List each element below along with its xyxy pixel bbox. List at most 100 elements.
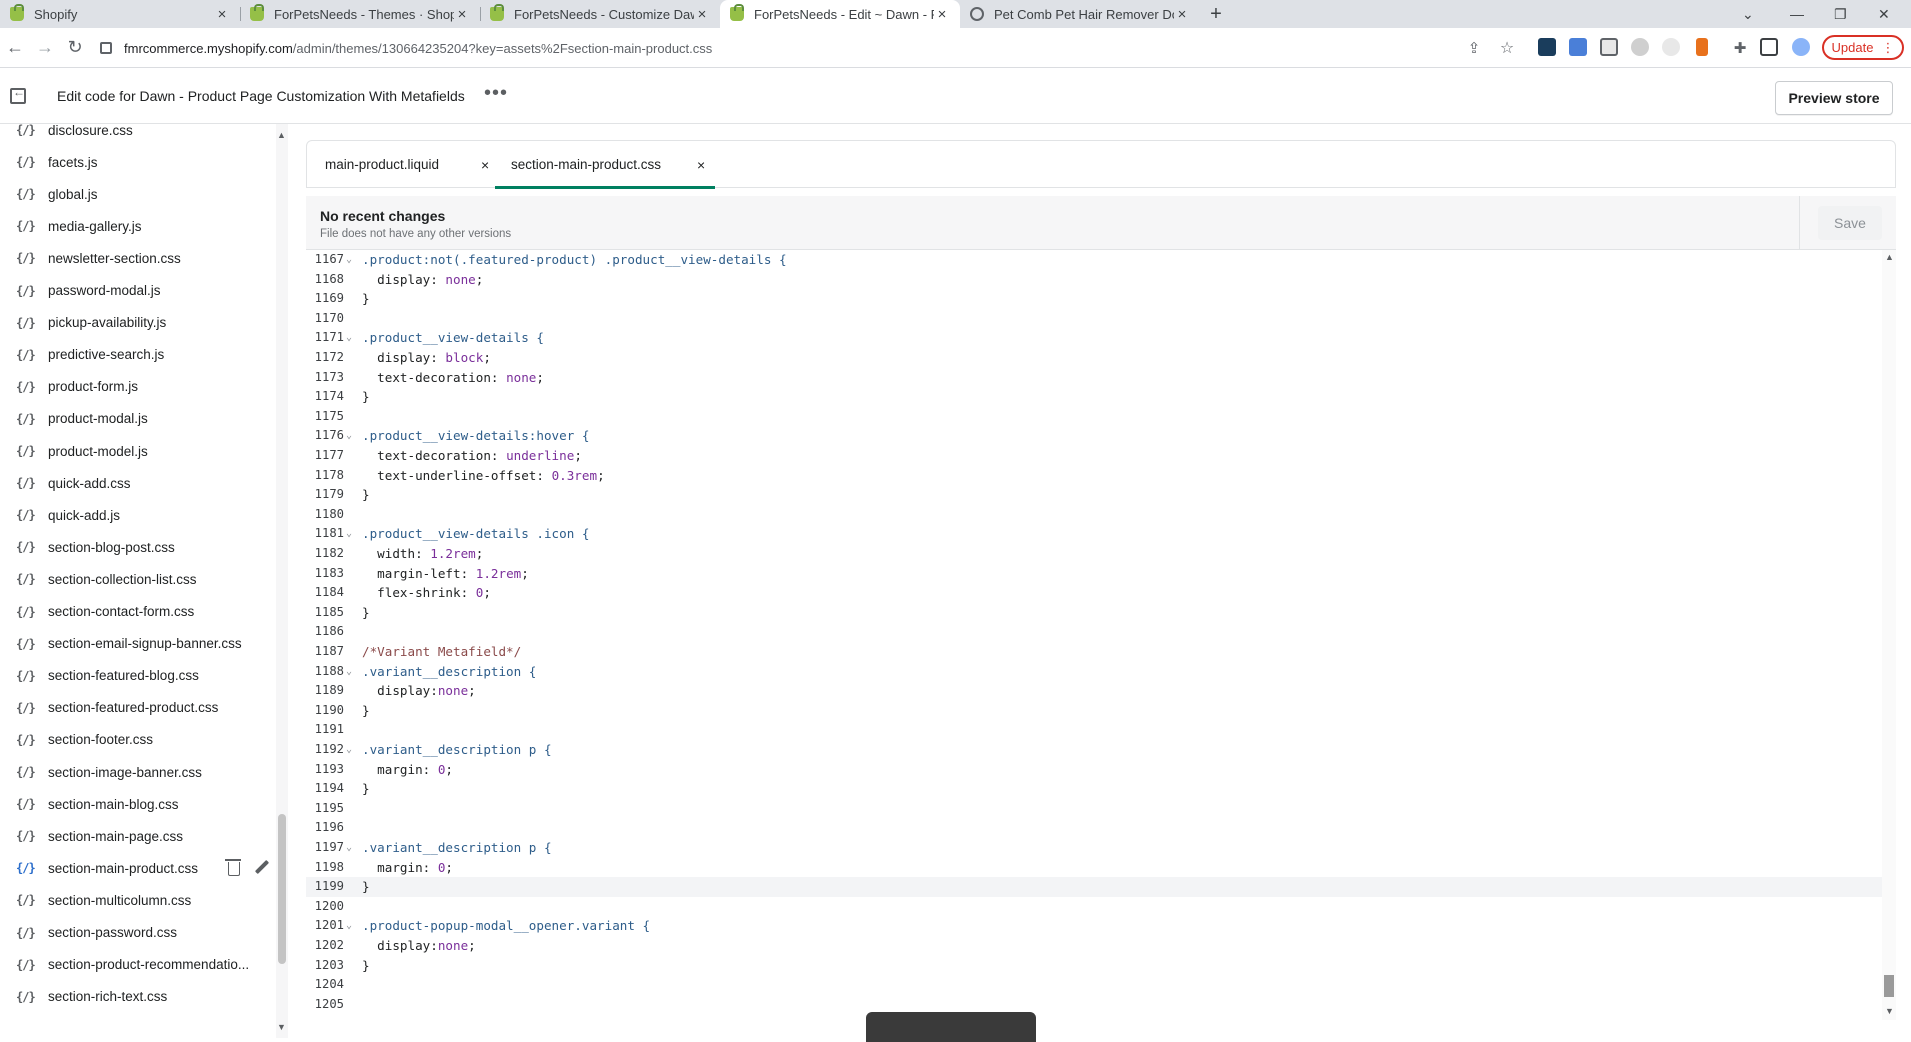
delete-file-icon[interactable]	[225, 859, 241, 877]
fold-chevron-icon[interactable]: ⌄	[346, 524, 352, 544]
scroll-down-icon[interactable]: ▼	[277, 1022, 286, 1032]
code-line[interactable]: 1197 ⌄ .variant__description p {	[306, 838, 1882, 858]
code-line[interactable]: 1190}	[306, 701, 1882, 721]
tab-search-icon[interactable]: ⌄	[1742, 0, 1754, 28]
tab-section-main-product-css[interactable]: section-main-product.css ×	[495, 141, 715, 189]
fold-chevron-icon[interactable]: ⌄	[346, 662, 352, 682]
update-browser-button[interactable]: Update ⋮	[1822, 35, 1904, 60]
sidebar-scroll-thumb[interactable]	[278, 814, 286, 964]
close-tab-icon[interactable]: ×	[1174, 6, 1190, 23]
code-line[interactable]: 1205	[306, 995, 1882, 1015]
file-item[interactable]: {/} section-featured-blog.css	[0, 660, 278, 692]
profile-avatar-icon[interactable]	[1792, 38, 1810, 56]
file-item[interactable]: {/} pickup-availability.js	[0, 307, 278, 339]
fold-chevron-icon[interactable]: ⌄	[346, 250, 352, 270]
file-item[interactable]: {/} section-image-banner.css	[0, 756, 278, 788]
bookmark-star-icon[interactable]: ☆	[1492, 33, 1522, 63]
code-line[interactable]: 1204	[306, 975, 1882, 995]
code-line[interactable]: 1198 margin: 0;	[306, 858, 1882, 878]
code-line[interactable]: 1186	[306, 622, 1882, 642]
file-item[interactable]: {/} section-main-product.css	[0, 852, 278, 884]
browser-tab[interactable]: Pet Comb Pet Hair Remover Dog ×	[960, 0, 1200, 28]
code-line[interactable]: 1169}	[306, 289, 1882, 309]
file-item[interactable]: {/} facets.js	[0, 146, 278, 178]
browser-tab[interactable]: ForPetsNeeds - Themes · Shopify ×	[240, 0, 480, 28]
file-item[interactable]: {/} section-footer.css	[0, 724, 278, 756]
editor-scroll-thumb[interactable]	[1884, 975, 1894, 997]
extension-icon[interactable]	[1631, 38, 1649, 56]
code-line[interactable]: 1200	[306, 897, 1882, 917]
file-item[interactable]: {/} section-blog-post.css	[0, 531, 278, 563]
code-line[interactable]: 1179}	[306, 485, 1882, 505]
scroll-up-icon[interactable]: ▲	[277, 130, 286, 140]
code-line[interactable]: 1196	[306, 818, 1882, 838]
code-line[interactable]: 1167 ⌄ .product:not(.featured-product) .pr…	[306, 250, 1882, 270]
file-item[interactable]: {/} section-main-blog.css	[0, 788, 278, 820]
new-tab-button[interactable]: +	[1200, 0, 1232, 28]
fold-chevron-icon[interactable]: ⌄	[346, 916, 352, 936]
close-tab-icon[interactable]: ×	[481, 157, 489, 173]
code-line[interactable]: 1193 margin: 0;	[306, 760, 1882, 780]
close-tab-icon[interactable]: ×	[697, 157, 705, 173]
code-line[interactable]: 1180	[306, 505, 1882, 525]
back-icon[interactable]: ←	[0, 33, 30, 63]
rename-file-icon[interactable]	[254, 860, 270, 875]
code-line[interactable]: 1187 /*Variant Metafield*/	[306, 642, 1882, 662]
code-line[interactable]: 1194}	[306, 779, 1882, 799]
code-line[interactable]: 1182 width: 1.2rem;	[306, 544, 1882, 564]
restore-icon[interactable]: ❐	[1834, 0, 1847, 28]
code-line[interactable]: 1199}	[306, 877, 1882, 897]
code-line[interactable]: 1183 margin-left: 1.2rem;	[306, 564, 1882, 584]
code-line[interactable]: 1203}	[306, 956, 1882, 976]
file-item[interactable]: {/} password-modal.js	[0, 275, 278, 307]
code-line[interactable]: 1184 flex-shrink: 0;	[306, 583, 1882, 603]
file-item[interactable]: {/} product-modal.js	[0, 403, 278, 435]
file-item[interactable]: {/} section-collection-list.css	[0, 563, 278, 595]
code-line[interactable]: 1174}	[306, 387, 1882, 407]
file-item[interactable]: {/} section-multicolumn.css	[0, 884, 278, 916]
code-line[interactable]: 1175	[306, 407, 1882, 427]
save-button[interactable]: Save	[1818, 206, 1882, 240]
fold-chevron-icon[interactable]: ⌄	[346, 838, 352, 858]
file-item[interactable]: {/} section-email-signup-banner.css	[0, 628, 278, 660]
file-item[interactable]: {/} section-password.css	[0, 917, 278, 949]
code-line[interactable]: 1178 text-underline-offset: 0.3rem;	[306, 466, 1882, 486]
extension-icon[interactable]	[1696, 38, 1708, 56]
code-line[interactable]: 1170	[306, 309, 1882, 329]
code-line[interactable]: 1172 display: block;	[306, 348, 1882, 368]
more-actions-icon[interactable]: •••	[484, 82, 508, 105]
code-line[interactable]: 1173 text-decoration: none;	[306, 368, 1882, 388]
close-tab-icon[interactable]: ×	[454, 6, 470, 23]
file-item[interactable]: {/} media-gallery.js	[0, 210, 278, 242]
code-line[interactable]: 1192 ⌄ .variant__description p {	[306, 740, 1882, 760]
exit-editor-icon[interactable]	[10, 85, 26, 104]
file-item[interactable]: {/} section-rich-text.css	[0, 981, 278, 1013]
code-line[interactable]: 1171 ⌄ .product__view-details {	[306, 328, 1882, 348]
code-line[interactable]: 1177 text-decoration: underline;	[306, 446, 1882, 466]
close-tab-icon[interactable]: ×	[694, 6, 710, 23]
code-line[interactable]: 1181 ⌄ .product__view-details .icon {	[306, 524, 1882, 544]
file-item[interactable]: {/} product-model.js	[0, 435, 278, 467]
fold-chevron-icon[interactable]: ⌄	[346, 426, 352, 446]
code-line[interactable]: 1195	[306, 799, 1882, 819]
extensions-puzzle-icon[interactable]: ✚	[1725, 33, 1755, 63]
fold-chevron-icon[interactable]: ⌄	[346, 328, 352, 348]
extension-icon[interactable]	[1538, 38, 1556, 56]
preview-store-button[interactable]: Preview store	[1775, 81, 1893, 115]
code-line[interactable]: 1189 display:none;	[306, 681, 1882, 701]
file-item[interactable]: {/} quick-add.js	[0, 499, 278, 531]
close-tab-icon[interactable]: ×	[214, 6, 230, 23]
fold-chevron-icon[interactable]: ⌄	[346, 740, 352, 760]
code-line[interactable]: 1202 display:none;	[306, 936, 1882, 956]
sidebar-scrollbar[interactable]: ▲ ▼	[276, 124, 288, 1038]
scroll-down-icon[interactable]: ▼	[1885, 1006, 1894, 1016]
address-bar[interactable]: fmrcommerce.myshopify.com/admin/themes/1…	[100, 33, 1480, 63]
editor-scrollbar[interactable]: ▲ ▼	[1882, 250, 1896, 1020]
eyedropper-extension-icon[interactable]	[1600, 38, 1618, 56]
file-item[interactable]: {/} newsletter-section.css	[0, 242, 278, 274]
browser-tab[interactable]: Shopify ×	[0, 0, 240, 28]
reload-icon[interactable]: ↻	[60, 33, 90, 63]
close-window-icon[interactable]: ✕	[1878, 0, 1890, 28]
browser-tab[interactable]: ForPetsNeeds - Edit ~ Dawn - Pr ×	[720, 0, 960, 28]
file-item[interactable]: {/} section-featured-product.css	[0, 692, 278, 724]
